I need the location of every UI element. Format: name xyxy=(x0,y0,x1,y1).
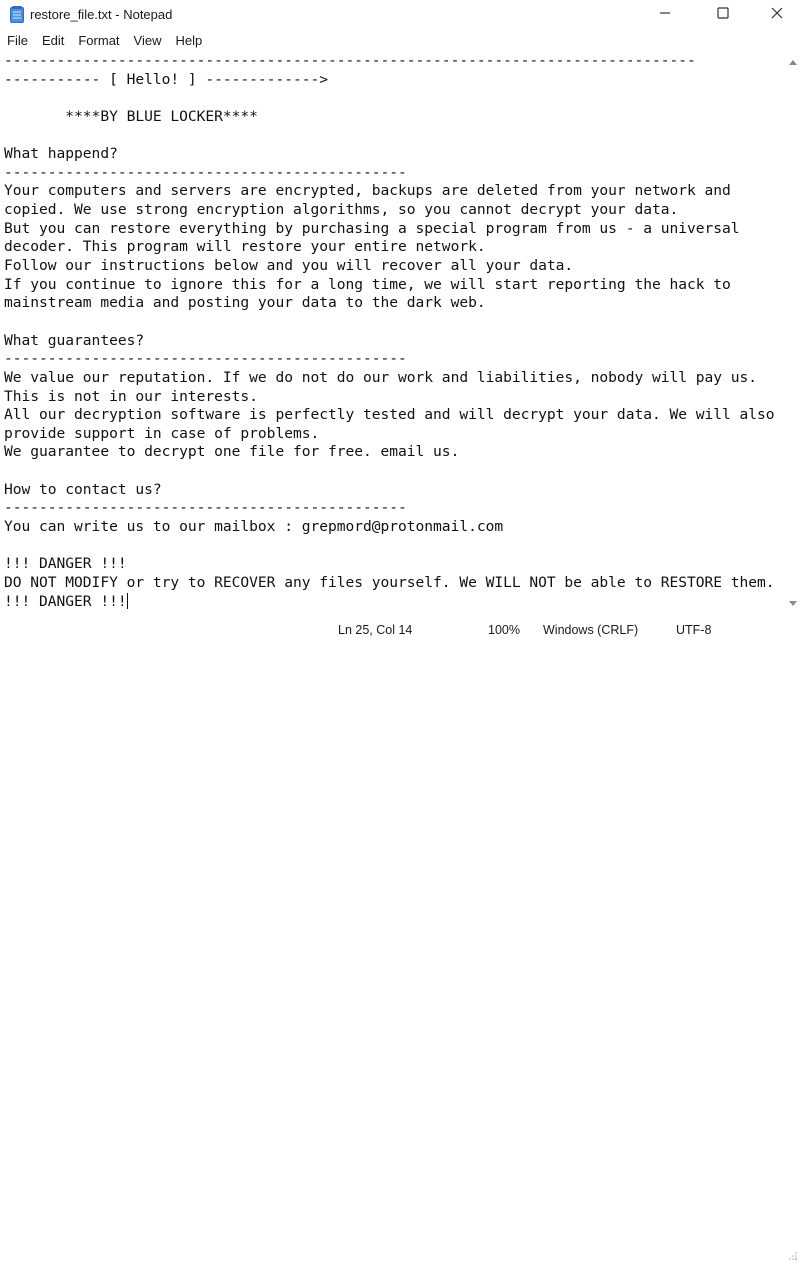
menu-bar: File Edit Format View Help xyxy=(0,30,800,52)
text-line: DO NOT MODIFY or try to RECOVER any file… xyxy=(4,574,786,593)
text-line-content: ----------------------------------------… xyxy=(4,350,407,368)
menu-file[interactable]: File xyxy=(0,30,35,52)
text-line xyxy=(4,537,786,556)
text-line-content: Your computers and servers are encrypted… xyxy=(4,182,731,200)
text-line: ----------- [ Hello! ] -------------> xyxy=(4,71,786,90)
text-line: copied. We use strong encryption algorit… xyxy=(4,201,786,220)
text-line xyxy=(4,462,786,481)
close-icon xyxy=(771,6,783,24)
text-line: Your computers and servers are encrypted… xyxy=(4,182,786,201)
text-line-content: !!! DANGER !!! xyxy=(4,592,127,610)
text-line xyxy=(4,313,786,332)
text-line-content: Follow our instructions below and you wi… xyxy=(4,257,574,275)
text-line-content: All our decryption software is perfectly… xyxy=(4,406,775,424)
text-line: ****BY BLUE LOCKER**** xyxy=(4,108,786,127)
minimize-button[interactable] xyxy=(642,0,688,30)
text-line: mainstream media and posting your data t… xyxy=(4,294,786,313)
text-line: !!! DANGER !!! xyxy=(4,592,786,612)
maximize-icon xyxy=(717,6,729,24)
encoding: UTF-8 xyxy=(676,623,712,637)
text-line: What happend? xyxy=(4,145,786,164)
line-ending: Windows (CRLF) xyxy=(543,623,639,637)
text-line: provide support in case of problems. xyxy=(4,425,786,444)
text-line-content: We guarantee to decrypt one file for fre… xyxy=(4,443,460,461)
zoom-level: 100% xyxy=(488,623,520,637)
text-line: We value our reputation. If we do not do… xyxy=(4,369,786,388)
resize-grip-icon[interactable] xyxy=(788,1250,798,1260)
text-line-content: But you can restore everything by purcha… xyxy=(4,219,740,237)
text-editor[interactable]: ----------------------------------------… xyxy=(0,52,786,616)
menu-format[interactable]: Format xyxy=(71,30,126,52)
text-line: But you can restore everything by purcha… xyxy=(4,220,786,239)
text-line-content: What happend? xyxy=(4,145,118,163)
text-line: Follow our instructions below and you wi… xyxy=(4,257,786,276)
text-line: What guarantees? xyxy=(4,332,786,351)
scroll-down-arrow-icon[interactable] xyxy=(789,601,797,606)
text-line: If you continue to ignore this for a lon… xyxy=(4,276,786,295)
close-button[interactable] xyxy=(754,0,800,30)
text-line: We guarantee to decrypt one file for fre… xyxy=(4,443,786,462)
menu-help[interactable]: Help xyxy=(168,30,209,52)
text-line-content: provide support in case of problems. xyxy=(4,424,320,442)
text-line-content: ----------------------------------------… xyxy=(4,52,696,69)
menu-edit[interactable]: Edit xyxy=(35,30,71,52)
cursor-position: Ln 25, Col 14 xyxy=(338,623,413,637)
text-line: ----------------------------------------… xyxy=(4,52,786,71)
text-line-content: ----------------------------------------… xyxy=(4,163,407,181)
window-title: restore_file.txt - Notepad xyxy=(30,7,173,22)
text-line: !!! DANGER !!! xyxy=(4,555,786,574)
text-line xyxy=(4,89,786,108)
text-line: You can write us to our mailbox : grepmo… xyxy=(4,518,786,537)
editor-content[interactable]: ----------------------------------------… xyxy=(0,52,786,611)
text-line xyxy=(4,127,786,146)
text-line-content: mainstream media and posting your data t… xyxy=(4,294,486,312)
text-line: ----------------------------------------… xyxy=(4,164,786,183)
minimize-icon xyxy=(659,6,671,24)
text-line: All our decryption software is perfectly… xyxy=(4,406,786,425)
text-line-content: ----------------------------------------… xyxy=(4,499,407,517)
status-bar: Ln 25, Col 14 100% Windows (CRLF) UTF-8 xyxy=(0,620,800,1260)
text-line-content: If you continue to ignore this for a lon… xyxy=(4,275,731,293)
notepad-icon xyxy=(10,6,24,23)
text-line: ----------------------------------------… xyxy=(4,499,786,518)
text-line-content: ----------- [ Hello! ] -------------> xyxy=(4,70,328,88)
menu-view[interactable]: View xyxy=(127,30,169,52)
text-line-content: What guarantees? xyxy=(4,331,145,349)
text-line-content: How to contact us? xyxy=(4,480,162,498)
title-bar[interactable]: restore_file.txt - Notepad xyxy=(0,0,800,30)
text-line-content: copied. We use strong encryption algorit… xyxy=(4,201,679,219)
text-line-content: We value our reputation. If we do not do… xyxy=(4,368,758,386)
text-line-content: !!! DANGER !!! xyxy=(4,555,127,573)
scroll-up-arrow-icon[interactable] xyxy=(789,60,797,65)
text-line-content: DO NOT MODIFY or try to RECOVER any file… xyxy=(4,573,775,591)
vertical-scrollbar[interactable] xyxy=(786,52,800,616)
text-line: ----------------------------------------… xyxy=(4,350,786,369)
text-caret xyxy=(126,592,128,609)
text-line: How to contact us? xyxy=(4,481,786,500)
text-line: decoder. This program will restore your … xyxy=(4,238,786,257)
text-line-content: This is not in our interests. xyxy=(4,387,258,405)
text-line-content: ****BY BLUE LOCKER**** xyxy=(4,107,258,125)
text-line: This is not in our interests. xyxy=(4,388,786,407)
text-line-content: You can write us to our mailbox : grepmo… xyxy=(4,518,504,536)
text-line-content: decoder. This program will restore your … xyxy=(4,238,486,256)
maximize-button[interactable] xyxy=(700,0,746,30)
